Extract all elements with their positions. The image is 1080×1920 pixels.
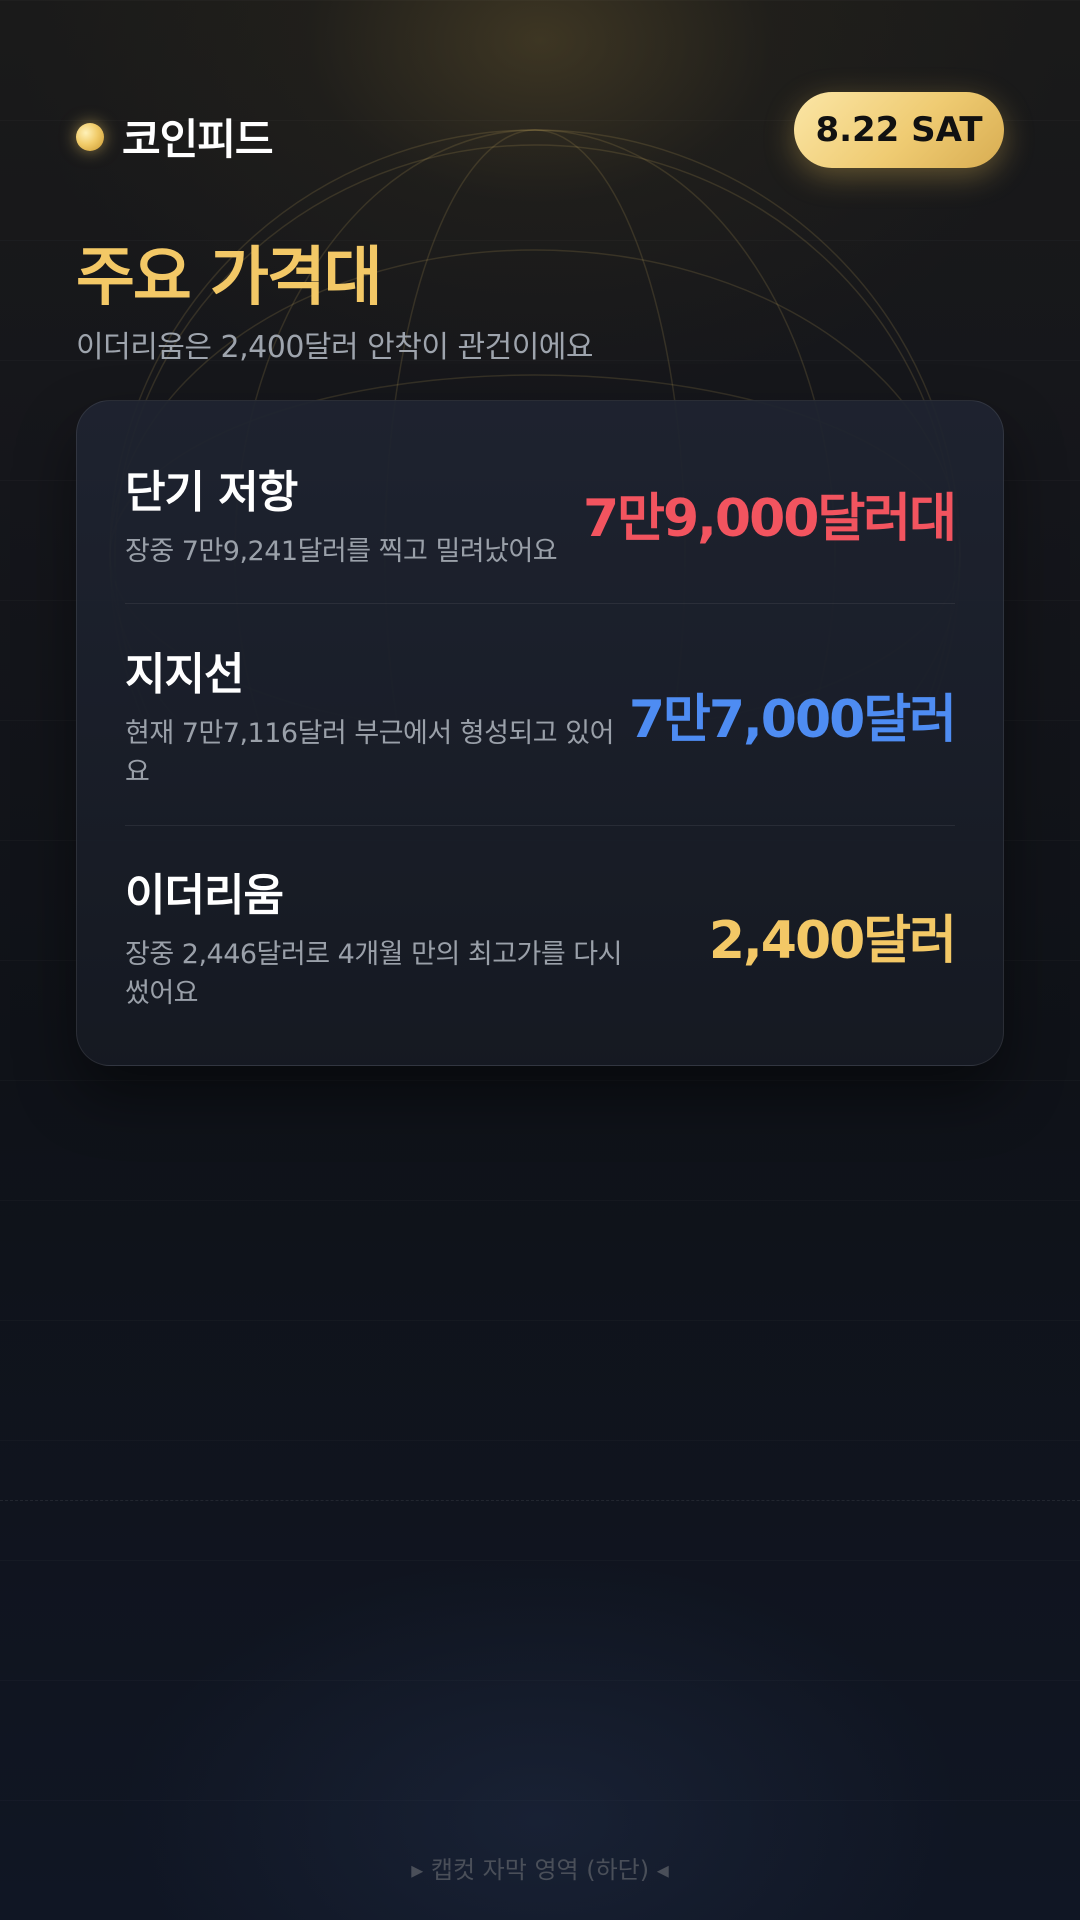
date-text: 8.22 SAT bbox=[815, 110, 983, 150]
price-level-value: 7만7,000달러 bbox=[628, 690, 957, 750]
brand-name: 코인피드 bbox=[122, 115, 274, 164]
brand-logo-dot bbox=[76, 122, 104, 151]
price-level-row-ethereum: 이더리움 장중 2,446달러로 4개월 만의 최고가를 다시 썼어요 2,40… bbox=[125, 825, 957, 1045]
price-level-value: 2,400달러 bbox=[708, 911, 957, 971]
price-levels-card: 단기 저항 장중 7만9,241달러를 찍고 밀려났어요 7만9,000달러대 … bbox=[76, 400, 1004, 1066]
price-level-description: 장중 2,446달러로 4개월 만의 최고가를 다시 썼어요 bbox=[125, 938, 623, 1009]
price-level-text: 지지선 현재 7만7,116달러 부근에서 형성되고 있어요 bbox=[125, 638, 617, 792]
price-level-title: 지지선 bbox=[125, 648, 244, 700]
price-level-row-resistance: 단기 저항 장중 7만9,241달러를 찍고 밀려났어요 7만9,000달러대 bbox=[125, 401, 957, 603]
price-level-text: 이더리움 장중 2,446달러로 4개월 만의 최고가를 다시 썼어요 bbox=[125, 859, 625, 1013]
price-level-value: 7만9,000달러대 bbox=[582, 488, 957, 549]
caption-area-placeholder: ▸ 캡컷 자막 영역 (하단) ◂ bbox=[411, 1856, 669, 1884]
price-level-description: 장중 7만9,241달러를 찍고 밀려났어요 bbox=[125, 535, 558, 567]
page-subtitle: 이더리움은 2,400달러 안착이 관건이에요 bbox=[76, 330, 594, 365]
price-level-row-support: 지지선 현재 7만7,116달러 부근에서 형성되고 있어요 7만7,000달러 bbox=[125, 603, 957, 825]
page-title: 주요 가격대 bbox=[76, 241, 383, 315]
price-level-title: 이더리움 bbox=[125, 869, 284, 921]
brand: 코인피드 bbox=[76, 106, 274, 167]
price-level-description: 현재 7만7,116달러 부근에서 형성되고 있어요 bbox=[125, 717, 614, 788]
price-level-title: 단기 저항 bbox=[125, 466, 298, 518]
date-badge: 8.22 SAT bbox=[794, 92, 1004, 168]
caption-safe-area-line bbox=[0, 1500, 1080, 1501]
price-level-text: 단기 저항 장중 7만9,241달러를 찍고 밀려났어요 bbox=[125, 456, 558, 571]
